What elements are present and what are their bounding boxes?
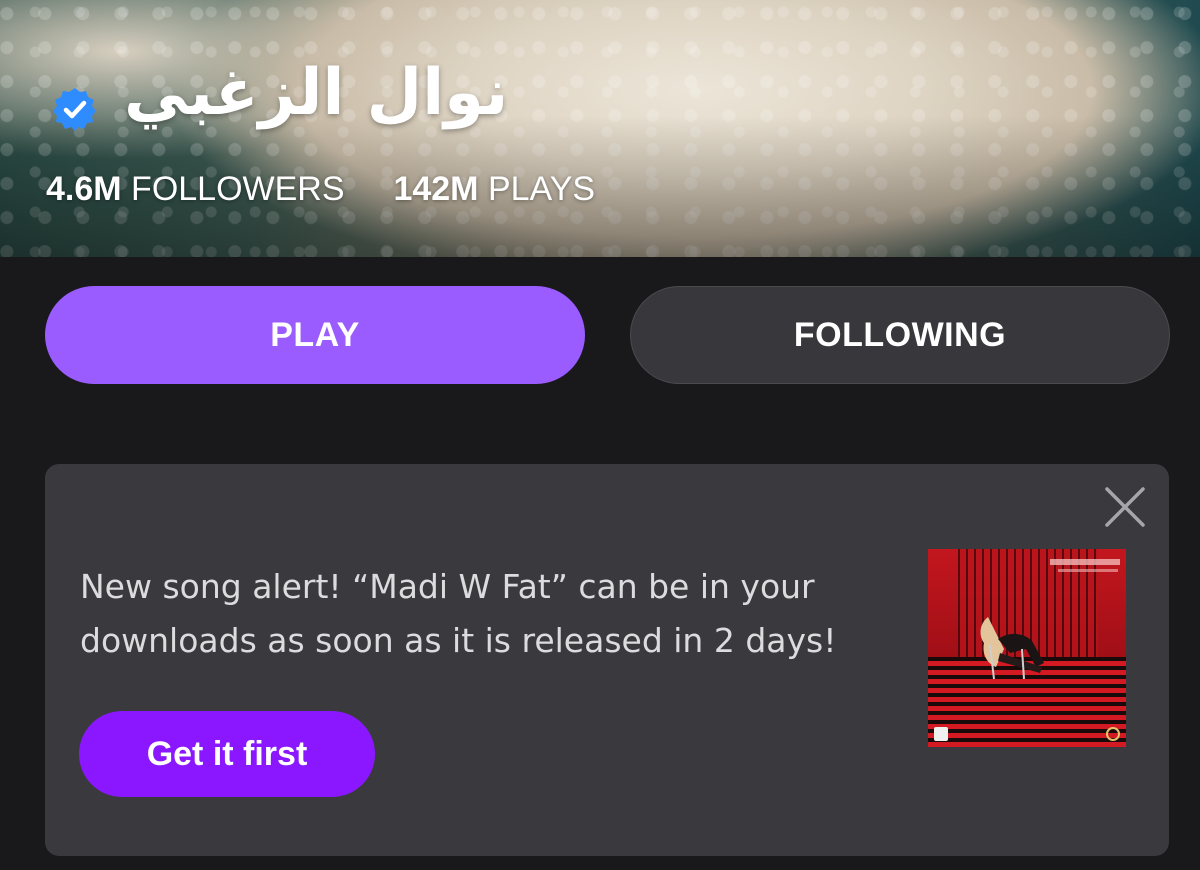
- cover-figure-image: [980, 617, 1044, 679]
- verified-badge-icon: [53, 88, 96, 131]
- followers-label: FOLLOWERS: [131, 170, 345, 208]
- plays-count: 142M: [393, 170, 479, 208]
- close-icon[interactable]: [1102, 484, 1148, 530]
- following-button[interactable]: FOLLOWING: [630, 286, 1170, 384]
- play-button[interactable]: PLAY: [45, 286, 585, 384]
- artist-name: نوال الزغبي: [124, 56, 509, 130]
- artist-stats: 4.6M FOLLOWERS 142M PLAYS: [46, 170, 595, 209]
- artist-page: نوال الزغبي 4.6M FOLLOWERS 142M PLAYS PL…: [0, 0, 1200, 870]
- followers-count: 4.6M: [46, 170, 122, 208]
- plays-label: PLAYS: [487, 170, 596, 208]
- alert-message: New song alert! “Madi W Fat” can be in y…: [80, 567, 837, 660]
- get-it-first-button[interactable]: Get it first: [79, 711, 375, 797]
- label-logo-icon: [934, 727, 948, 741]
- album-cover-image: [928, 549, 1126, 747]
- emblem-icon: [1106, 727, 1120, 741]
